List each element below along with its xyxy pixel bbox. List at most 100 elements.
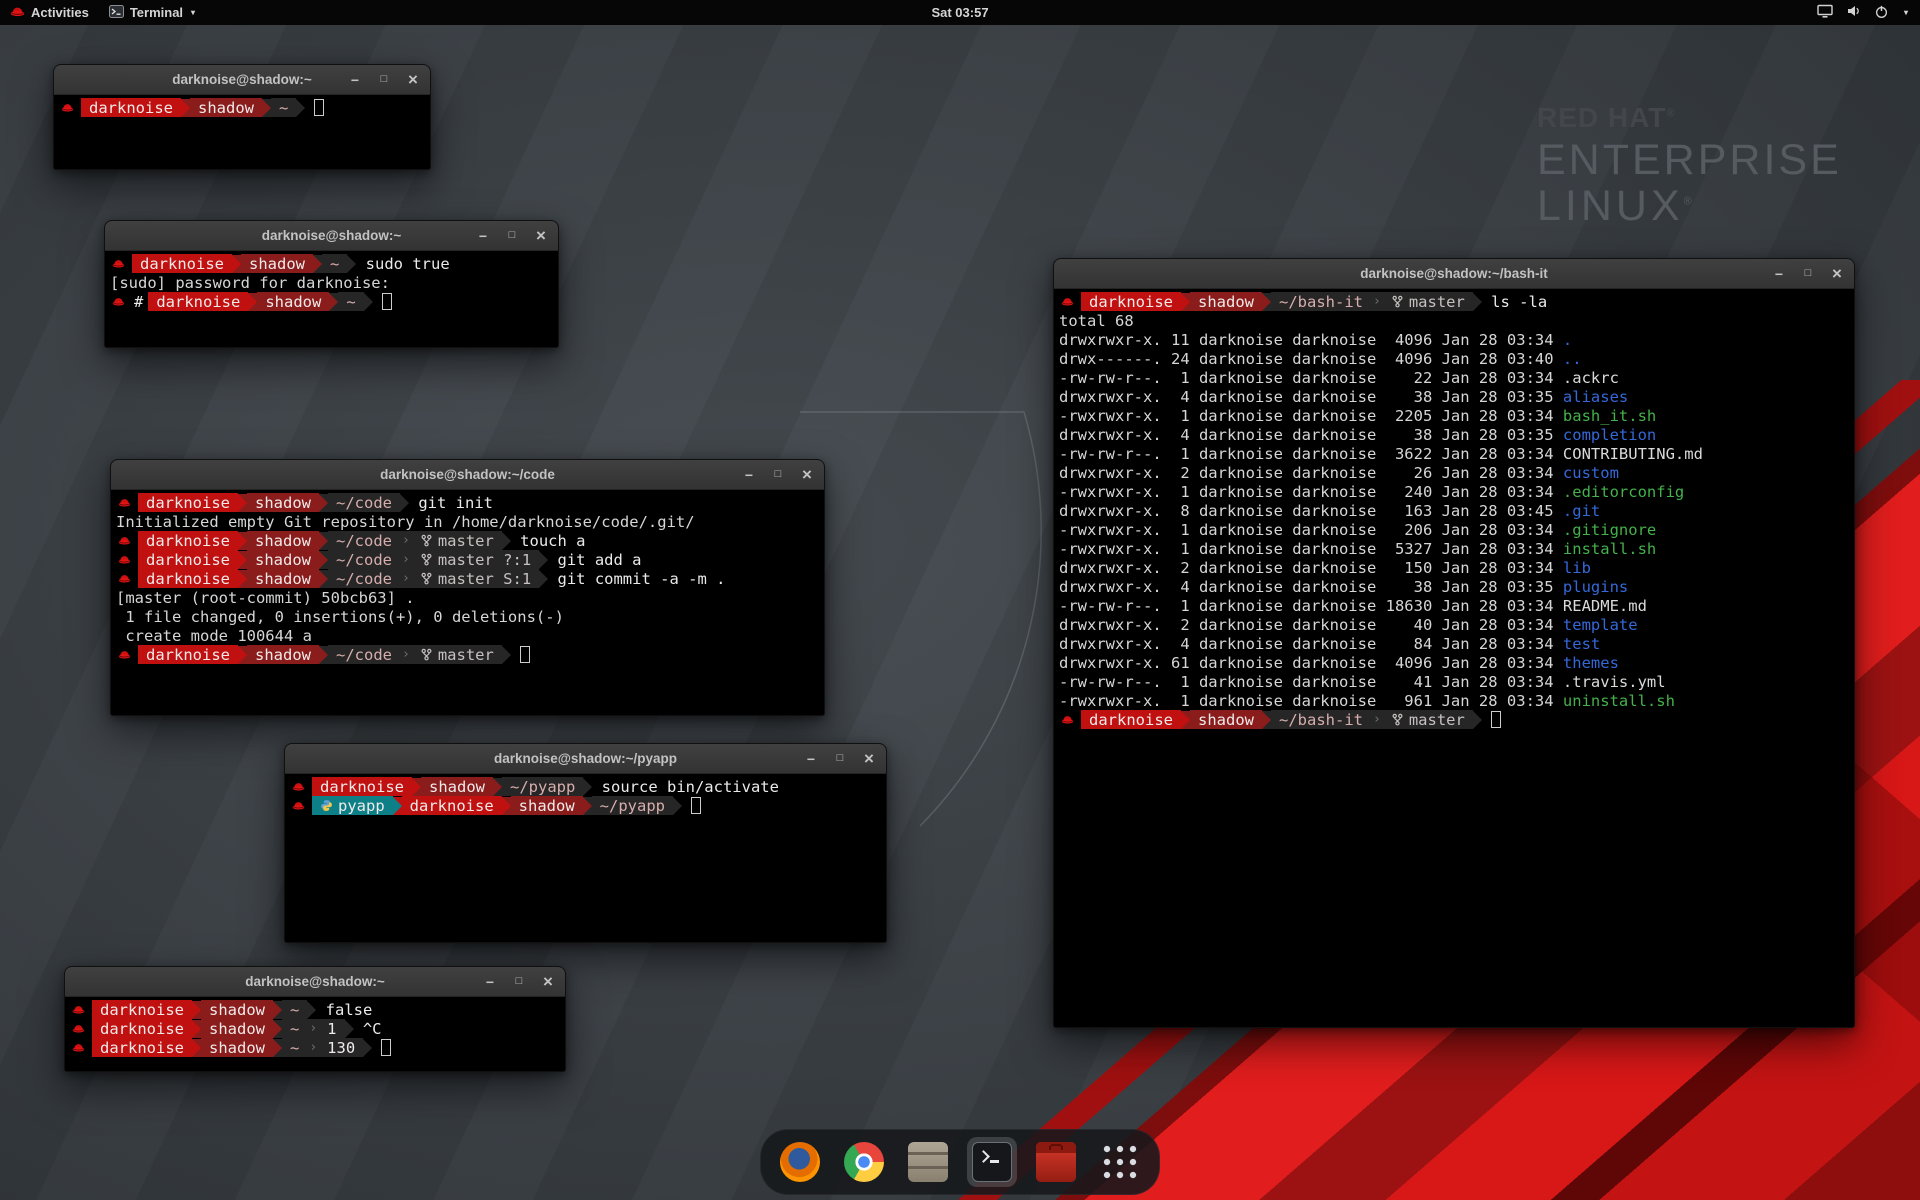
window-titlebar[interactable]: darknoise@shadow:~/pyapp−□× (285, 744, 886, 774)
close-button[interactable]: × (800, 467, 814, 483)
minimize-button[interactable]: − (742, 467, 756, 483)
chrome-icon (844, 1142, 884, 1182)
dock-item-files[interactable] (903, 1137, 953, 1187)
dock-item-firefox[interactable] (775, 1137, 825, 1187)
ls-entry-line: drwx------. 24 darknoise darknoise 4096 … (1059, 349, 1849, 368)
maximize-button[interactable]: □ (1801, 266, 1815, 282)
ls-entry-name: .. (1563, 350, 1582, 368)
ls-entry-line: drwxrwxr-x. 4 darknoise darknoise 38 Jan… (1059, 577, 1849, 596)
powerline-separator (192, 1020, 201, 1038)
close-button[interactable]: × (1830, 266, 1844, 282)
ls-entry-name: .travis.yml (1563, 673, 1666, 691)
window-title: darknoise@shadow:~ (172, 72, 312, 87)
ls-entry-line: drwxrwxr-x. 2 darknoise darknoise 26 Jan… (1059, 463, 1849, 482)
rhel-branding: RED HAT® ENTERPRISE LINUX® (1537, 104, 1842, 228)
prompt-segment: darknoise (138, 493, 238, 512)
powerline-separator (273, 1039, 282, 1057)
prompt-segment: ~/code (328, 645, 400, 664)
window-controls: −□ × (1772, 259, 1844, 288)
window-title: darknoise@shadow:~/bash-it (1360, 266, 1548, 281)
terminal-output-line: create mode 100644 a (116, 626, 819, 645)
ls-entry-line: -rwxrwxr-x. 1 darknoise darknoise 206 Ja… (1059, 520, 1849, 539)
brand-enterprise: ENTERPRISE (1537, 139, 1842, 182)
terminal-app-icon (972, 1142, 1012, 1182)
terminal-content[interactable]: darknoiseshadow~/code git initInitialize… (111, 490, 824, 715)
prompt-segment: ~/pyapp (592, 796, 673, 815)
powerline-separator (319, 570, 328, 588)
window-titlebar[interactable]: darknoise@shadow:~ −□ × (54, 65, 430, 95)
ls-entry-meta: -rwxrwxr-x. 1 darknoise darknoise 2205 J… (1059, 407, 1563, 425)
powerline-separator (319, 532, 328, 550)
prompt-segment: shadow (247, 645, 319, 664)
powerline-separator (539, 551, 548, 569)
dock-item-chrome[interactable] (839, 1137, 889, 1187)
clock[interactable]: Sat 03:57 (931, 5, 988, 20)
prompt-segment: ~ (282, 1038, 307, 1057)
prompt-symbol: # (132, 292, 148, 311)
minimize-button[interactable]: − (348, 72, 362, 88)
app-menu-button[interactable]: Terminal ▾ (99, 0, 205, 25)
ls-entry-line: drwxrwxr-x. 8 darknoise darknoise 163 Ja… (1059, 501, 1849, 520)
ls-entry-line: drwxrwxr-x. 4 darknoise darknoise 84 Jan… (1059, 634, 1849, 653)
window-titlebar[interactable]: darknoise@shadow:~−□× (105, 221, 558, 251)
terminal-content[interactable]: darknoiseshadow~ sudo true[sudo] passwor… (105, 251, 558, 347)
minimize-button[interactable]: − (1772, 266, 1786, 282)
powerline-separator (238, 494, 247, 512)
dock (760, 1129, 1160, 1195)
powerline-thin-separator: › (400, 550, 412, 569)
terminal-prompt-line: darknoiseshadow~ (59, 98, 425, 117)
close-button[interactable]: × (406, 72, 420, 88)
ls-entry-name: CONTRIBUTING.md (1563, 445, 1703, 463)
window-titlebar[interactable]: darknoise@shadow:~−□× (65, 967, 565, 997)
dock-item-toolbox[interactable] (1031, 1137, 1081, 1187)
terminal-content[interactable]: darknoiseshadow~/bash-it›master ls -lato… (1054, 289, 1854, 1027)
prompt-segment: ~/code (328, 493, 400, 512)
close-button[interactable]: × (862, 751, 876, 767)
terminal-cursor (314, 99, 324, 116)
terminal-content[interactable]: darknoiseshadow~ falsedarknoiseshadow~›1… (65, 997, 565, 1071)
minimize-button[interactable]: − (476, 228, 490, 244)
dock-item-app-grid[interactable] (1095, 1137, 1145, 1187)
maximize-button[interactable]: □ (377, 72, 391, 88)
prompt-segment: shadow (201, 1019, 273, 1038)
command-text: git add a (548, 551, 641, 569)
powerline-separator (238, 570, 247, 588)
powerline-separator (273, 1020, 282, 1038)
window-titlebar[interactable]: darknoise@shadow:~/bash-it −□ × (1054, 259, 1854, 289)
ls-entry-line: -rwxrwxr-x. 1 darknoise darknoise 5327 J… (1059, 539, 1849, 558)
ls-entry-meta: drwxrwxr-x. 8 darknoise darknoise 163 Ja… (1059, 502, 1563, 520)
powerline-separator (232, 255, 241, 273)
activities-button[interactable]: Activities (0, 0, 99, 25)
maximize-button[interactable]: □ (512, 974, 526, 990)
maximize-button[interactable]: □ (833, 751, 847, 767)
window-titlebar[interactable]: darknoise@shadow:~/code−□× (111, 460, 824, 490)
minimize-button[interactable]: − (804, 751, 818, 767)
minimize-button[interactable]: − (483, 974, 497, 990)
maximize-button[interactable]: □ (771, 467, 785, 483)
chevron-down-icon: ▾ (191, 8, 195, 17)
maximize-button[interactable]: □ (505, 228, 519, 244)
prompt-segment: darknoise (92, 1038, 192, 1057)
ls-entry-line: drwxrwxr-x. 61 darknoise darknoise 4096 … (1059, 653, 1849, 672)
prompt-segment: darknoise (148, 292, 248, 311)
terminal-content[interactable]: darknoiseshadow~/pyapp source bin/activa… (285, 774, 886, 942)
system-tray[interactable]: ▾ (1817, 0, 1920, 25)
hat-icon (116, 645, 138, 664)
prompt-segment: shadow (1190, 710, 1262, 729)
terminal-cursor (520, 646, 530, 663)
powerline-separator (539, 570, 548, 588)
ls-entry-name: test (1563, 635, 1600, 653)
window-controls: −□ × (348, 65, 420, 94)
powerline-separator (673, 797, 682, 815)
command-text: sudo true (356, 255, 449, 273)
close-button[interactable]: × (534, 228, 548, 244)
ls-entry-meta: -rwxrwxr-x. 1 darknoise darknoise 5327 J… (1059, 540, 1563, 558)
powerline-separator (238, 551, 247, 569)
hat-icon (1059, 710, 1081, 729)
close-button[interactable]: × (541, 974, 555, 990)
terminal-content[interactable]: darknoiseshadow~ (54, 95, 430, 169)
prompt-segment: shadow (257, 292, 329, 311)
command-text: git init (409, 494, 493, 512)
dock-item-terminal[interactable] (967, 1137, 1017, 1187)
prompt-segment: darknoise (138, 550, 238, 569)
